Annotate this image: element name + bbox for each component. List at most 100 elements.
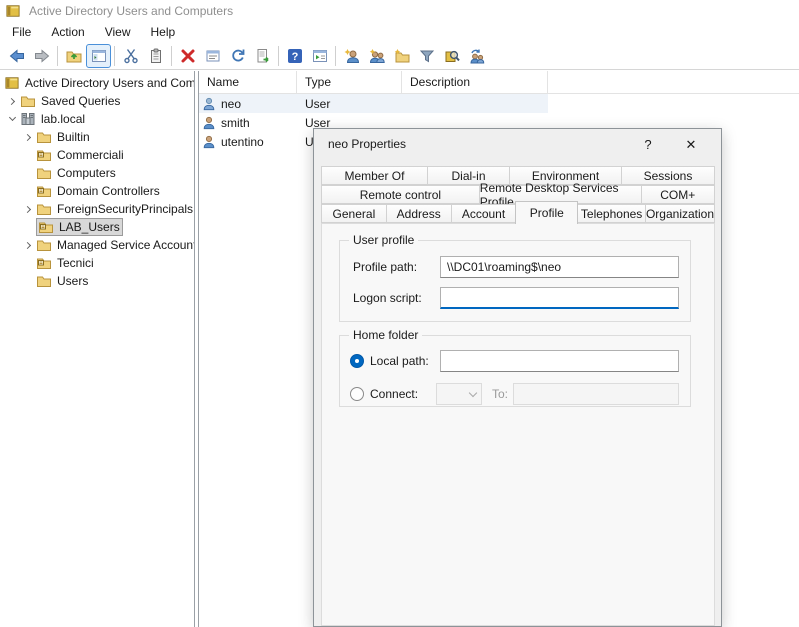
tab-organization[interactable]: Organization (645, 204, 715, 223)
tree-item-label: Tecnici (57, 256, 94, 270)
help-icon: ? (287, 48, 303, 64)
chevron-down-icon[interactable] (4, 111, 20, 127)
tab-account[interactable]: Account (451, 204, 517, 223)
show-action-pane-button[interactable] (307, 44, 332, 68)
delete-button[interactable] (175, 44, 200, 68)
dialog-help-button[interactable]: ? (633, 132, 663, 157)
forward-button[interactable] (29, 44, 54, 68)
up-one-level-button[interactable] (61, 44, 86, 68)
dialog-title: neo Properties (328, 137, 406, 151)
paste-button[interactable] (143, 44, 168, 68)
find-icon (444, 48, 460, 64)
refresh-button[interactable] (225, 44, 250, 68)
refresh-icon (230, 48, 246, 64)
column-header-type[interactable]: Type (297, 71, 402, 93)
column-header-description[interactable]: Description (402, 71, 548, 93)
object-name: neo (221, 97, 241, 111)
properties-icon (205, 48, 221, 64)
close-icon[interactable]: ✕ (673, 132, 709, 157)
tree-item-label: Computers (57, 166, 116, 180)
menu-file[interactable]: File (2, 23, 41, 41)
connect-radio[interactable] (350, 387, 364, 401)
tab-com-plus[interactable]: COM+ (641, 185, 715, 204)
new-user-button[interactable] (339, 44, 364, 68)
home-folder-legend: Home folder (349, 328, 422, 342)
folder-icon (36, 273, 52, 289)
domain-icon (20, 111, 36, 127)
tab-member-of[interactable]: Member Of (321, 166, 428, 185)
properties-button[interactable] (200, 44, 225, 68)
new-user-icon (344, 48, 360, 64)
drive-letter-select[interactable] (436, 383, 482, 405)
tab-telephones[interactable]: Telephones (577, 204, 646, 223)
tree-item-lab-users[interactable]: LAB_Users (0, 218, 194, 236)
chevron-right-icon[interactable] (20, 201, 36, 217)
menu-action[interactable]: Action (41, 23, 94, 41)
tab-remote-control[interactable]: Remote control (321, 185, 480, 204)
new-ou-icon (394, 48, 410, 64)
tree-item-users[interactable]: Users (0, 272, 194, 290)
help-button[interactable]: ? (282, 44, 307, 68)
logon-script-input[interactable] (440, 287, 679, 309)
folder-icon (36, 237, 52, 253)
chevron-right-icon[interactable] (20, 129, 36, 145)
tree-item-foreign-security-principals[interactable]: ForeignSecurityPrincipals (0, 200, 194, 218)
object-name: smith (221, 116, 250, 130)
list-item-neo[interactable]: neo User (199, 94, 548, 113)
profile-path-input[interactable]: \\DC01\roaming$\neo (440, 256, 679, 278)
to-label: To: (492, 383, 508, 405)
tree-item-managed-service-accounts[interactable]: Managed Service Accounts (0, 236, 194, 254)
chevron-right-icon[interactable] (20, 237, 36, 253)
object-name: utentino (221, 135, 264, 149)
tree-item-root[interactable]: Active Directory Users and Computers (0, 74, 194, 92)
column-header-name[interactable]: Name (199, 71, 297, 93)
user-profile-legend: User profile (349, 233, 418, 247)
tree-item-tecnici[interactable]: Tecnici (0, 254, 194, 272)
home-folder-group: Home folder Local path: Connect: To: (339, 335, 691, 407)
ou-folder-icon (36, 147, 52, 163)
new-group-button[interactable] (364, 44, 389, 68)
cut-icon (123, 48, 139, 64)
chevron-right-icon[interactable] (4, 93, 20, 109)
tree-item-computers[interactable]: Computers (0, 164, 194, 182)
delete-icon (180, 48, 196, 64)
tab-address[interactable]: Address (386, 204, 452, 223)
toolbar-separator (57, 46, 58, 66)
export-list-button[interactable] (250, 44, 275, 68)
toolbar-separator (114, 46, 115, 66)
tree-item-saved-queries[interactable]: Saved Queries (0, 92, 194, 110)
cut-button[interactable] (118, 44, 143, 68)
local-path-input[interactable] (440, 350, 679, 372)
tree-item-label: LAB_Users (59, 220, 120, 234)
menu-help[interactable]: Help (141, 23, 186, 41)
local-path-radio[interactable] (350, 354, 364, 368)
tree-item-builtin[interactable]: Builtin (0, 128, 194, 146)
tab-general[interactable]: General (321, 204, 387, 223)
change-domain-button[interactable] (464, 44, 489, 68)
svg-text:?: ? (291, 51, 298, 63)
console-tree-pane: Active Directory Users and Computers Sav… (0, 71, 195, 627)
menu-view[interactable]: View (95, 23, 141, 41)
user-icon (202, 116, 216, 130)
ou-folder-icon (36, 183, 52, 199)
title-bar: Active Directory Users and Computers (0, 0, 799, 22)
connect-to-input[interactable] (513, 383, 679, 405)
tree-item-label: Saved Queries (41, 94, 120, 108)
back-button[interactable] (4, 44, 29, 68)
toolbar-separator (335, 46, 336, 66)
tree-item-domain-controllers[interactable]: Domain Controllers (0, 182, 194, 200)
tree-item-label: Users (57, 274, 88, 288)
paste-icon (148, 48, 164, 64)
folder-icon (20, 93, 36, 109)
user-icon (202, 97, 216, 111)
filter-button[interactable] (414, 44, 439, 68)
tree-item-commerciali[interactable]: Commerciali (0, 146, 194, 164)
tab-profile[interactable]: Profile (515, 201, 578, 224)
find-button[interactable] (439, 44, 464, 68)
ou-folder-icon (38, 219, 54, 235)
window-title: Active Directory Users and Computers (29, 4, 233, 18)
new-ou-button[interactable] (389, 44, 414, 68)
tree-item-domain[interactable]: lab.local (0, 110, 194, 128)
ou-folder-icon (36, 255, 52, 271)
show-console-tree-button[interactable] (86, 44, 111, 68)
